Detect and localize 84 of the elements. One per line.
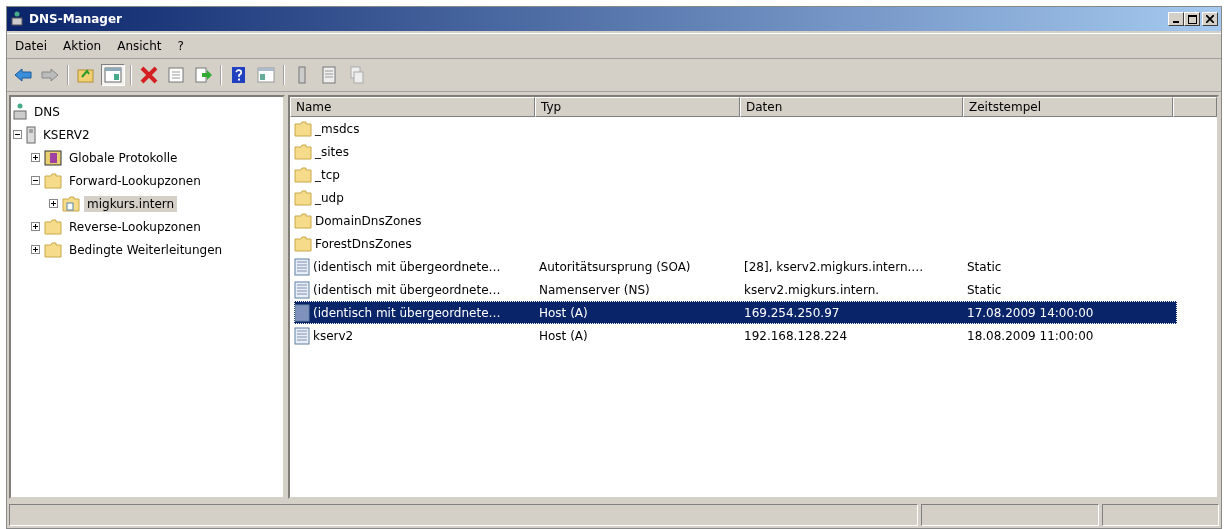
maximize-icon <box>1187 14 1197 24</box>
tree-item[interactable]: KSERV2 <box>40 126 93 143</box>
plus-icon <box>50 200 57 207</box>
back-arrow-icon <box>13 65 33 85</box>
tree-item[interactable]: DNS <box>31 103 63 120</box>
table-cell-text: Static <box>966 259 1003 274</box>
minus-icon <box>14 131 21 138</box>
close-button[interactable] <box>1202 12 1218 26</box>
toolbar-button[interactable] <box>101 64 125 86</box>
column-header[interactable]: Zeitstempel <box>963 97 1173 117</box>
expand-toggle[interactable] <box>31 222 40 231</box>
menu-item[interactable]: ? <box>171 37 190 55</box>
minus-icon <box>32 177 39 184</box>
document-icon <box>319 65 339 85</box>
tree-item[interactable]: migkurs.intern <box>84 195 178 212</box>
plus-icon <box>32 154 39 161</box>
folder-icon <box>294 189 312 206</box>
expand-toggle[interactable] <box>31 245 40 254</box>
minimize-button[interactable] <box>1168 12 1184 26</box>
table-cell: (identisch mit übergeordnete… <box>313 305 501 320</box>
properties-icon <box>166 65 186 85</box>
maximize-button[interactable] <box>1184 12 1200 26</box>
table-cell: ForestDnsZones <box>315 236 412 251</box>
forward-arrow-icon <box>40 65 60 85</box>
table-cell: kserv2 <box>313 328 354 343</box>
export-list-icon <box>193 65 213 85</box>
table-cell-text: Host (A) <box>538 305 589 320</box>
delete-icon <box>139 65 159 85</box>
log-book-icon <box>44 149 62 166</box>
table-cell-text: 17.08.2009 14:00:00 <box>966 305 1095 320</box>
record-icon <box>294 257 310 276</box>
tree-item[interactable]: Globale Protokolle <box>66 149 181 166</box>
column-header[interactable] <box>1173 97 1217 117</box>
record-icon <box>294 280 310 299</box>
table-cell: (identisch mit übergeordnete… <box>313 259 501 274</box>
menu-item[interactable]: Datei <box>9 37 53 55</box>
table-cell: (identisch mit übergeordnete… <box>313 282 501 297</box>
selected-row[interactable]: (identisch mit übergeordnete… Host (A) 169.254.250.97 17.08.2009 14:00:00 <box>294 301 1177 324</box>
column-header[interactable]: Daten <box>740 97 963 117</box>
table-cell-text: 192.168.128.224 <box>743 328 849 343</box>
table-cell-text: Autoritätsursprung (SOA) <box>538 259 692 274</box>
table-cell: _msdcs <box>315 121 360 136</box>
table-cell-text: Namenserver (NS) <box>538 282 651 297</box>
table-cell-text: [28], kserv2.migkurs.intern.… <box>743 259 925 274</box>
record-icon <box>294 303 310 322</box>
table-cell-text: Host (A) <box>538 328 589 343</box>
folder-icon <box>294 235 312 252</box>
window-title: DNS-Manager <box>29 12 123 26</box>
table-cell-text: 169.254.250.97 <box>743 305 841 320</box>
record-icon <box>294 326 310 345</box>
table-cell: DomainDnsZones <box>315 213 422 228</box>
tree-item[interactable]: Forward-Lookupzonen <box>66 172 204 189</box>
table-cell: _udp <box>315 190 344 205</box>
zone-folder-icon <box>62 195 80 212</box>
menu-item[interactable]: Aktion <box>57 37 108 55</box>
folder-icon <box>294 212 312 229</box>
plus-icon <box>32 223 39 230</box>
expand-toggle[interactable] <box>31 153 40 162</box>
server-icon <box>26 125 36 144</box>
menu-item[interactable]: Ansicht <box>111 37 168 55</box>
panel-toggle-icon <box>103 65 123 85</box>
server-tree-icon <box>13 102 27 121</box>
tree-item[interactable]: Reverse-Lookupzonen <box>66 218 204 235</box>
plus-icon <box>32 246 39 253</box>
folder-icon <box>44 241 62 258</box>
table-cell: _tcp <box>315 167 340 182</box>
panel-toggle-icon <box>256 65 276 85</box>
table-cell: _sites <box>315 144 349 159</box>
server-tree-icon <box>10 11 24 27</box>
folder-icon <box>44 172 62 189</box>
table-cell-text: kserv2.migkurs.intern. <box>743 282 881 297</box>
folder-icon <box>294 143 312 160</box>
folder-icon <box>44 218 62 235</box>
expand-toggle[interactable] <box>31 176 40 185</box>
table-cell-text: 18.08.2009 11:00:00 <box>966 328 1095 343</box>
table-cell-text: Static <box>966 282 1003 297</box>
folder-icon <box>294 120 312 137</box>
expand-toggle[interactable] <box>13 130 22 139</box>
tree-item[interactable]: Bedingte Weiterleitungen <box>66 241 226 258</box>
folder-icon <box>294 166 312 183</box>
close-icon <box>1206 15 1214 23</box>
column-header[interactable]: Typ <box>535 97 740 117</box>
column-header[interactable]: Name <box>290 97 535 117</box>
expand-toggle[interactable] <box>49 199 58 208</box>
